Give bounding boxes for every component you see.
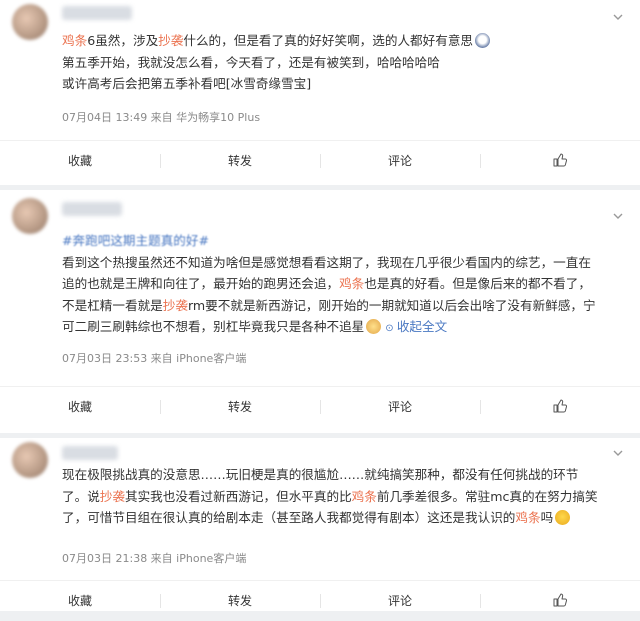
chevron-down-icon[interactable] xyxy=(612,210,624,222)
post-card: 鸡条6虽然，涉及抄袭什么的，但是看了真的好好笑啊，选的人都好有意思第五季开始，我… xyxy=(0,0,640,185)
text-segment: 什么的，但是看了真的好好笑啊，选的人都好有意思 xyxy=(183,33,474,48)
repost-button[interactable]: 转发 xyxy=(160,581,320,621)
username-blurred[interactable] xyxy=(62,202,122,216)
text-segment: 可二刷三刷韩综也不想看，别杠毕竟我只是各种不追星 xyxy=(62,319,365,334)
avatar[interactable] xyxy=(12,198,48,234)
text-line: 不是杠精一看就是抄袭rm要不就是新西游记，刚开始的一期就知道以后会出啥了没有新鲜… xyxy=(62,295,628,317)
text-line: 鸡条6虽然，涉及抄袭什么的，但是看了真的好好笑啊，选的人都好有意思 xyxy=(62,30,628,52)
text-segment: 吗 xyxy=(540,510,554,525)
repost-button[interactable]: 转发 xyxy=(160,387,320,427)
text-line: 追的也就是王牌和向往了，最开始的跑男还会追，鸡条也是真的好看。但是像后来的都不看… xyxy=(62,273,628,295)
comment-button[interactable]: 评论 xyxy=(320,387,480,427)
username-blurred[interactable] xyxy=(62,446,118,460)
text-segment: rm要不就是新西游记，刚开始的一期就知道以后会出啥了没有新鲜感，宁 xyxy=(187,297,596,313)
collapse-full-text-link[interactable]: ⊙ 收起全文 xyxy=(385,319,447,334)
text-segment: 看到这个热搜虽然还不知道为啥但是感觉想看看这期了，我现在几乎很少看国内的综艺，一… xyxy=(62,254,591,270)
text-line: 看到这个热搜虽然还不知道为啥但是感觉想看看这期了，我现在几乎很少看国内的综艺，一… xyxy=(62,252,628,274)
post-meta: 07月03日 23:53 来自 iPhone客户端 xyxy=(62,352,247,365)
favorite-button[interactable]: 收藏 xyxy=(0,581,160,621)
keyword-highlight[interactable]: 抄袭 xyxy=(163,298,188,313)
action-bar: 收藏 转发 评论 xyxy=(0,141,640,181)
thinking-emoji-icon xyxy=(555,510,571,525)
comment-button[interactable]: 评论 xyxy=(320,141,480,181)
post-card: #奔跑吧这期主题真的好# 看到这个热搜虽然还不知道为啥但是感觉想看看这期了，我现在… xyxy=(0,190,640,433)
text-line: 了。说抄袭其实我也没看过新西游记，但水平真的比鸡条前几季差很多。常驻mc真的在努… xyxy=(62,486,628,508)
text-line: 现在极限挑战真的没意思……玩旧梗是真的很尴尬……就纯搞笑那种，都没有任何挑战的环… xyxy=(62,464,628,486)
text-segment: 其实我也没看过新西游记，但水平真的比 xyxy=(124,488,352,504)
text-segment: 不是杠精一看就是 xyxy=(62,297,163,313)
text-segment: 现在极限挑战真的没意思……玩旧梗是真的很尴尬……就纯搞笑那种，都没有任何挑战的环… xyxy=(62,467,579,482)
like-button[interactable] xyxy=(480,581,640,621)
text-line: 了，可惜节目组在很认真的给剧本走（甚至路人我都觉得有剧本）这还是我认识的鸡条吗 xyxy=(62,507,628,529)
laughing-emoji-icon xyxy=(475,33,491,48)
text-line: 或许高考后会把第五季补看吧[冰雪奇缘雪宝] xyxy=(62,73,628,95)
action-bar: 收藏 转发 评论 xyxy=(0,581,640,621)
post-text: 鸡条6虽然，涉及抄袭什么的，但是看了真的好好笑啊，选的人都好有意思第五季开始，我… xyxy=(62,30,628,95)
post-card: 现在极限挑战真的没意思……玩旧梗是真的很尴尬……就纯搞笑那种，都没有任何挑战的环… xyxy=(0,438,640,611)
text-segment: 也是真的好看。但是像后来的都不看了， xyxy=(364,276,591,291)
collapse-arrow-icon: ⊙ xyxy=(385,323,397,334)
like-button[interactable] xyxy=(480,141,640,181)
comment-button[interactable]: 评论 xyxy=(320,581,480,621)
post-meta: 07月04日 13:49 来自 华为畅享10 Plus xyxy=(62,111,261,124)
text-line: 第五季开始，我就没怎么看，今天看了，还是有被笑到，哈哈哈哈哈 xyxy=(62,52,628,74)
text-segment: 前几季差很多。常驻mc真的在努力搞笑 xyxy=(376,488,598,504)
chevron-down-icon[interactable] xyxy=(612,11,624,23)
collapse-label: 收起全文 xyxy=(396,319,448,334)
thumbs-up-icon xyxy=(553,593,568,607)
favorite-button[interactable]: 收藏 xyxy=(0,141,160,181)
text-segment: 了。说 xyxy=(62,488,100,504)
thumbs-up-icon xyxy=(553,153,568,167)
topic-tag[interactable]: #奔跑吧这期主题真的好# xyxy=(62,230,628,252)
action-bar: 收藏 转发 评论 xyxy=(0,387,640,427)
keyword-highlight[interactable]: 抄袭 xyxy=(158,33,183,48)
keyword-highlight[interactable]: 抄袭 xyxy=(100,489,125,504)
repost-button[interactable]: 转发 xyxy=(160,141,320,181)
username-blurred[interactable] xyxy=(62,6,132,20)
text-segment: 追的也就是王牌和向往了，最开始的跑男还会追， xyxy=(62,276,340,291)
keyword-highlight[interactable]: 鸡条 xyxy=(352,489,377,504)
text-segment: 了，可惜节目组在很认真的给剧本走（甚至路人我都觉得有剧本）这还是我认识的 xyxy=(62,510,516,525)
favorite-button[interactable]: 收藏 xyxy=(0,387,160,427)
text-line: 可二刷三刷韩综也不想看，别杠毕竟我只是各种不追星 ⊙ 收起全文 xyxy=(62,316,628,340)
avatar[interactable] xyxy=(12,4,48,40)
text-segment: 第五季开始，我就没怎么看，今天看了，还是有被笑到，哈哈哈哈哈 xyxy=(62,54,440,70)
text-segment: 6虽然，涉及 xyxy=(87,33,159,48)
keyword-highlight[interactable]: 鸡条 xyxy=(339,276,364,291)
cat-emoji-icon xyxy=(366,319,382,334)
keyword-highlight[interactable]: 鸡条 xyxy=(62,33,87,48)
chevron-down-icon[interactable] xyxy=(612,447,624,459)
post-meta: 07月03日 21:38 来自 iPhone客户端 xyxy=(62,552,247,565)
text-segment: 或许高考后会把第五季补看吧[冰雪奇缘雪宝] xyxy=(62,76,312,91)
post-text: #奔跑吧这期主题真的好# 看到这个热搜虽然还不知道为啥但是感觉想看看这期了，我现在… xyxy=(62,230,628,340)
post-text: 现在极限挑战真的没意思……玩旧梗是真的很尴尬……就纯搞笑那种，都没有任何挑战的环… xyxy=(62,464,628,529)
like-button[interactable] xyxy=(480,387,640,427)
keyword-highlight[interactable]: 鸡条 xyxy=(515,510,540,525)
thumbs-up-icon xyxy=(553,399,568,413)
avatar[interactable] xyxy=(12,442,48,478)
